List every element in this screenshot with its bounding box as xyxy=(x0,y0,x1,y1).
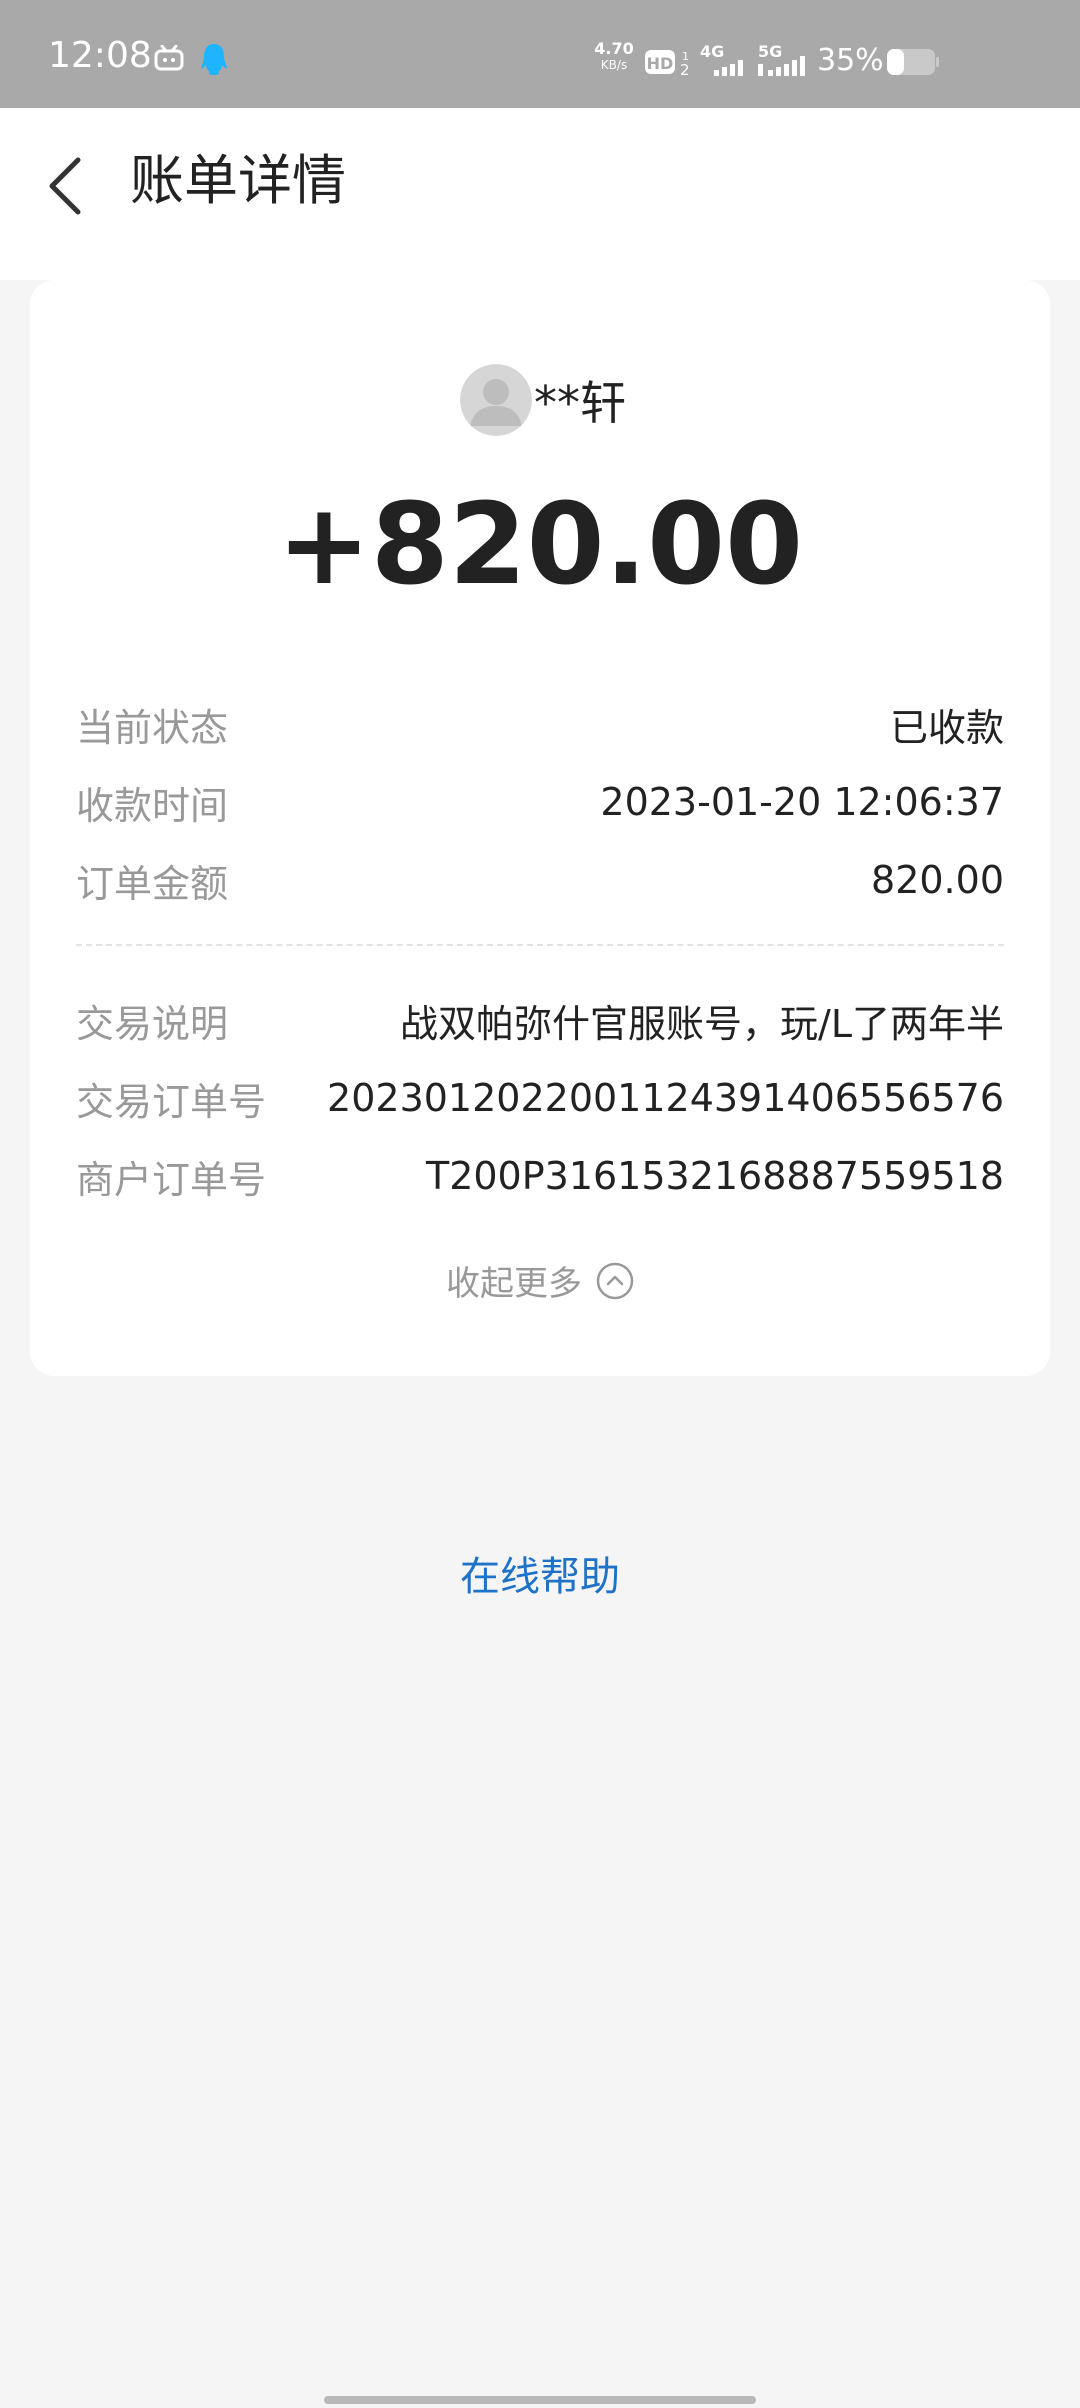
svg-text:HD: HD xyxy=(647,54,674,73)
detail-row-status: 当前状态 已收款 xyxy=(76,696,1004,752)
status-time: 12:08 xyxy=(48,35,152,76)
detail-label: 商户订单号 xyxy=(76,1157,267,1202)
back-button[interactable] xyxy=(36,144,96,224)
network-speed-value: 4.70 xyxy=(594,39,634,58)
battery-percent: 35% xyxy=(817,43,884,78)
home-indicator[interactable] xyxy=(324,2396,756,2404)
svg-text:4G: 4G xyxy=(700,42,724,61)
detail-label: 订单金额 xyxy=(76,861,229,906)
divider xyxy=(76,944,1004,946)
detail-row-description: 交易说明 战双帕弥什官服账号，玩/L了两年半 xyxy=(76,992,1004,1048)
detail-row-merchant-order-id: 商户订单号 T200P3161532168887559518 xyxy=(76,1148,1004,1204)
collapse-more-label: 收起更多 xyxy=(446,1264,582,1304)
detail-label: 交易订单号 xyxy=(76,1079,267,1124)
payer-name: **轩 xyxy=(534,376,626,430)
tv-icon xyxy=(154,45,184,71)
detail-value: T200P3161532168887559518 xyxy=(425,1154,1004,1198)
payer-info: **轩 xyxy=(460,362,626,438)
detail-value: 已收款 xyxy=(889,705,1004,750)
user-avatar-icon xyxy=(460,364,532,436)
detail-value: 820.00 xyxy=(871,858,1004,902)
chevron-up-circle-icon xyxy=(596,1262,634,1299)
status-bar: 12:08 4.70 KB/s HD 1 2 4G 5G 35% xyxy=(0,0,1080,108)
network-speed: 4.70 KB/s xyxy=(594,39,634,73)
svg-text:2: 2 xyxy=(680,61,690,78)
app-header: 账单详情 xyxy=(0,108,1080,280)
detail-row-time: 收款时间 2023-01-20 12:06:37 xyxy=(76,774,1004,830)
online-help-link[interactable]: 在线帮助 xyxy=(0,1544,1080,1602)
detail-value: 2023-01-20 12:06:37 xyxy=(600,780,1004,824)
signal-4g-icon: 4G xyxy=(700,42,743,76)
detail-label: 当前状态 xyxy=(76,705,229,750)
collapse-more-button[interactable]: 收起更多 xyxy=(30,1256,1050,1305)
qq-icon xyxy=(201,44,227,75)
detail-row-order-amount: 订单金额 820.00 xyxy=(76,852,1004,908)
detail-value: 战双帕弥什官服账号，玩/L了两年半 xyxy=(400,1001,1004,1046)
svg-text:5G: 5G xyxy=(758,42,782,61)
bill-card: **轩 +820.00 当前状态 已收款 收款时间 2023-01-20 12:… xyxy=(30,280,1050,1376)
detail-row-transaction-id: 交易订单号 2023012022001124391406556576 xyxy=(76,1070,1004,1126)
bill-amount: +820.00 xyxy=(276,480,804,610)
hd-icon: HD 1 2 xyxy=(645,50,690,78)
signal-5g-icon: 5G xyxy=(758,42,805,76)
battery-icon xyxy=(887,49,939,75)
network-speed-unit: KB/s xyxy=(600,58,628,72)
page-title: 账单详情 xyxy=(130,149,346,212)
detail-label: 收款时间 xyxy=(76,783,229,828)
avatar xyxy=(460,364,532,436)
detail-label: 交易说明 xyxy=(76,1001,229,1046)
detail-value: 2023012022001124391406556576 xyxy=(327,1076,1004,1120)
